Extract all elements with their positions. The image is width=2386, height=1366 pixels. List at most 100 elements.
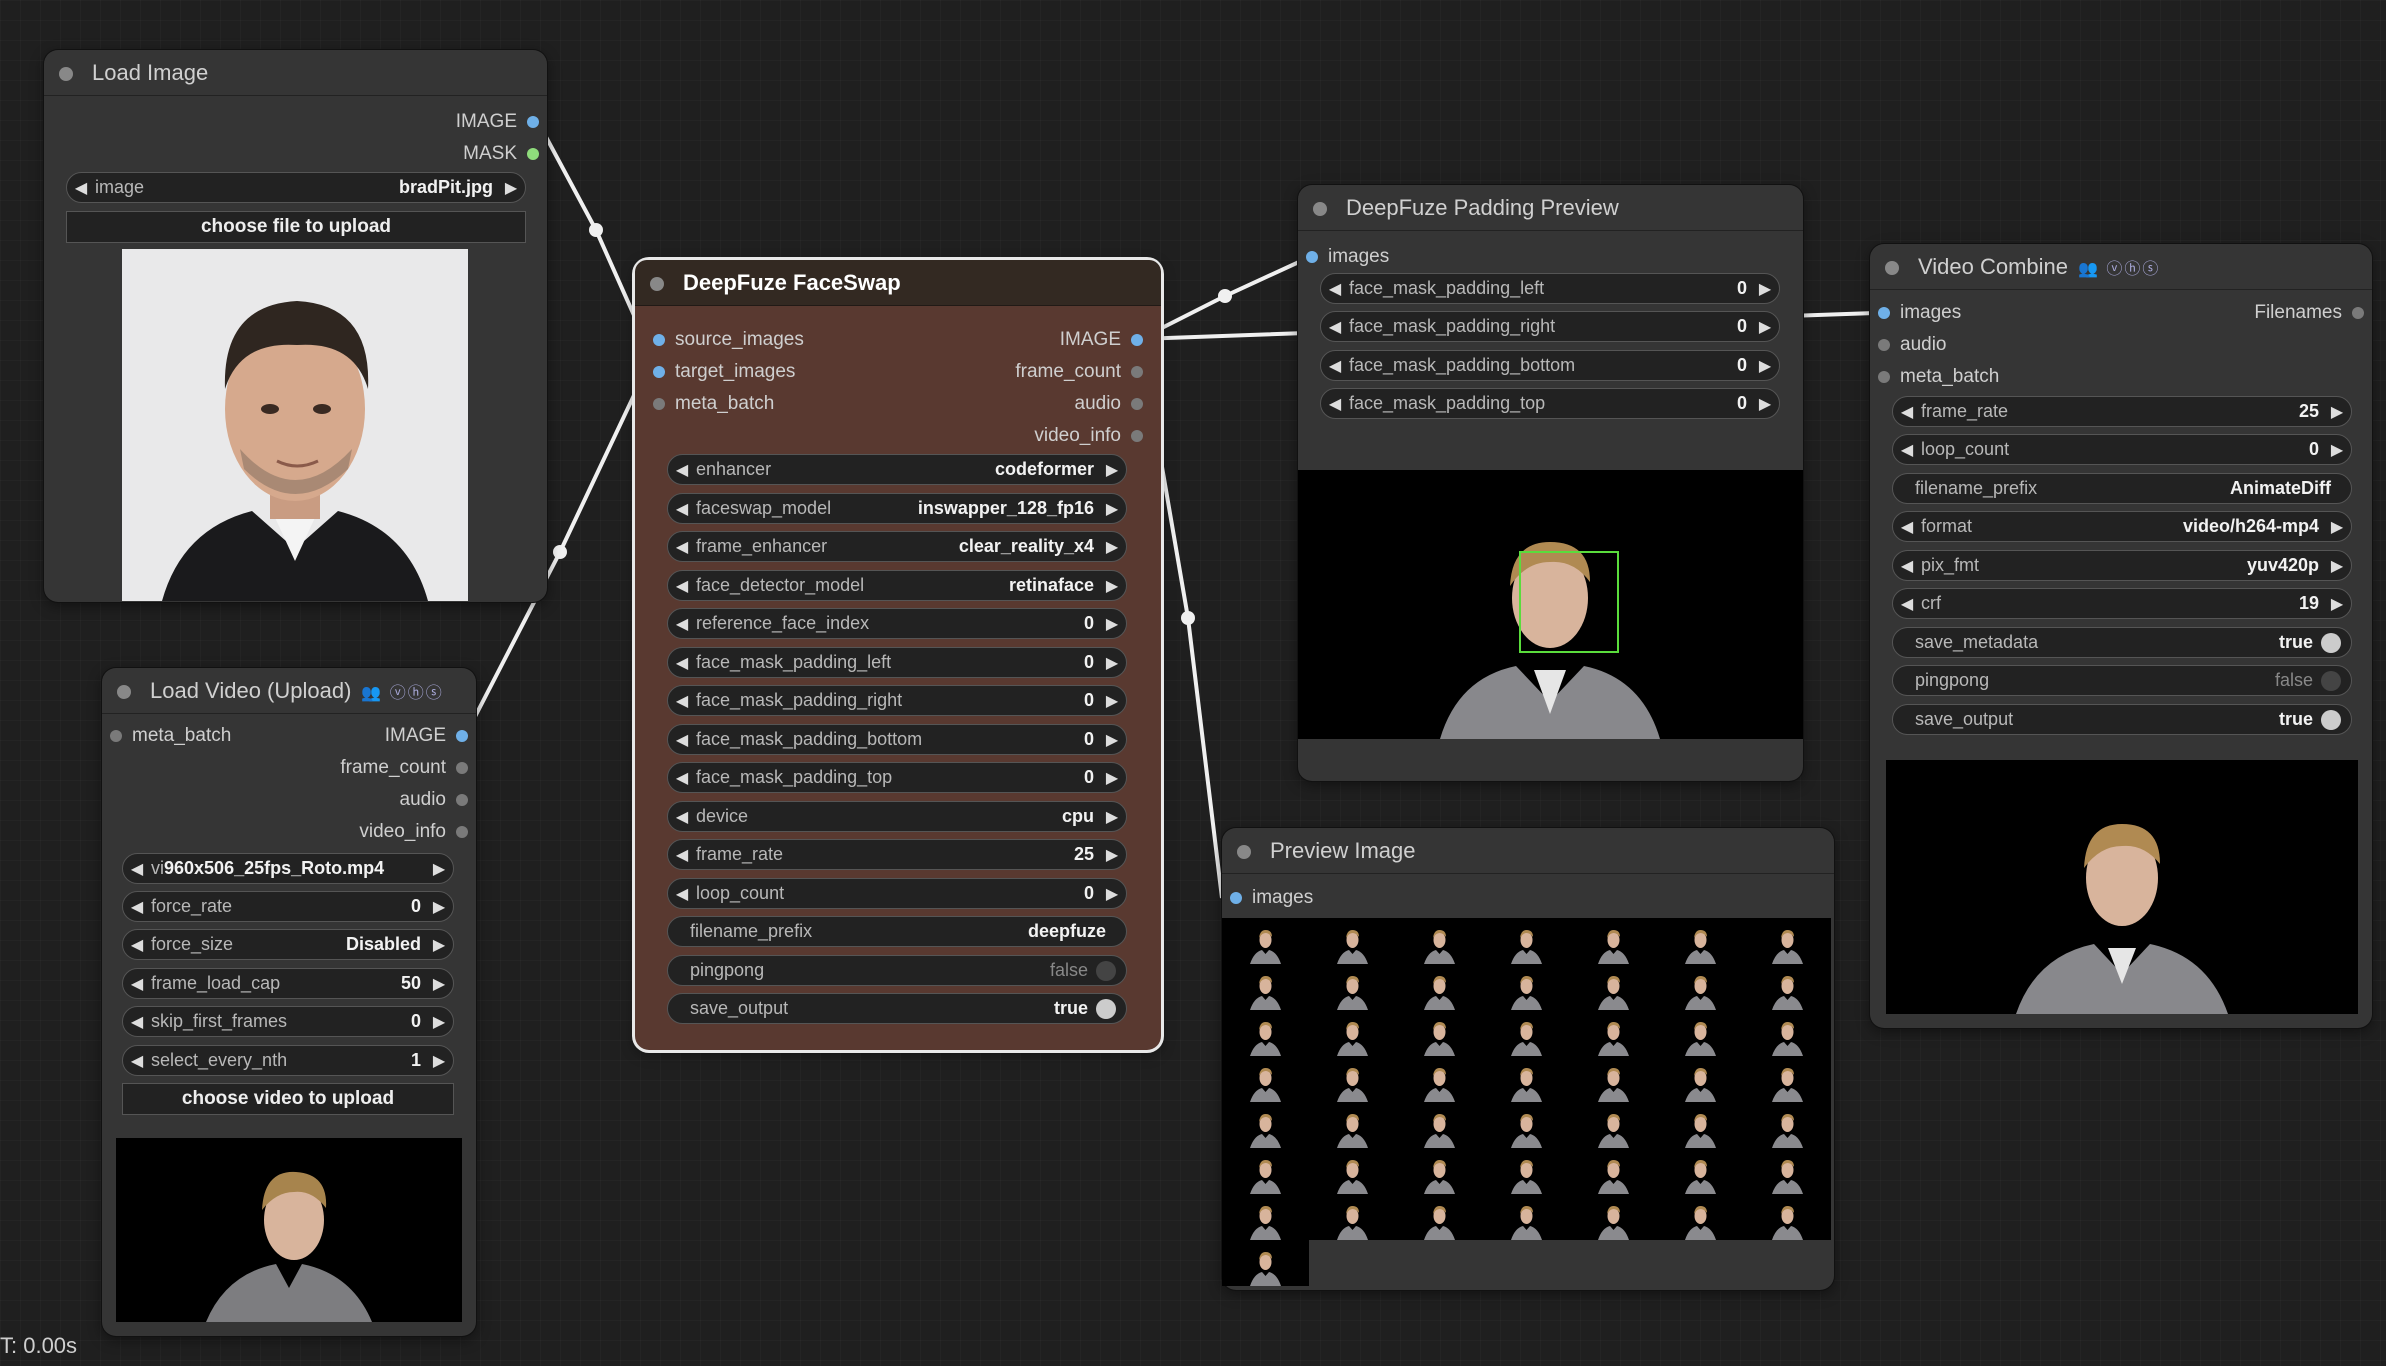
frame-thumbnail[interactable] [1309, 1010, 1396, 1056]
video-combo-widget[interactable]: ◀ vi 960x506_25fps_Roto.mp4 ▶ [122, 853, 454, 884]
arrow-right-icon[interactable]: ▶ [1098, 499, 1126, 519]
arrow-left-icon[interactable]: ◀ [67, 178, 95, 198]
frame-thumbnail[interactable] [1483, 1010, 1570, 1056]
arrow-left-icon[interactable]: ◀ [668, 614, 696, 634]
arrow-left-icon[interactable]: ◀ [1893, 594, 1921, 614]
arrow-right-icon[interactable]: ▶ [2323, 594, 2351, 614]
arrow-right-icon[interactable]: ▶ [425, 897, 453, 917]
arrow-left-icon[interactable]: ◀ [123, 1051, 151, 1071]
arrow-left-icon[interactable]: ◀ [668, 768, 696, 788]
frame-thumbnail[interactable] [1222, 964, 1309, 1010]
skip-first-frames-widget[interactable]: ◀ skip_first_frames 0 ▶ [122, 1006, 454, 1037]
input-images[interactable]: images [1878, 301, 1961, 325]
filename-prefix-field[interactable]: filename_prefix AnimateDiff [1892, 473, 2352, 504]
arrow-right-icon[interactable]: ▶ [1098, 884, 1126, 904]
frame-thumbnail[interactable] [1744, 1148, 1831, 1194]
load-video-node[interactable]: Load Video (Upload) 👥 ⓥⓗⓢ meta_batch IMAG… [102, 668, 476, 1336]
load-image-node[interactable]: Load Image IMAGE MASK ◀ image bradPit.jp… [44, 50, 547, 602]
arrow-left-icon[interactable]: ◀ [668, 460, 696, 480]
pingpong-toggle[interactable]: pingpong false [667, 955, 1127, 986]
output-frame-count[interactable]: frame_count [1015, 360, 1143, 384]
collapse-dot-icon[interactable] [1313, 202, 1327, 216]
arrow-right-icon[interactable]: ▶ [2323, 517, 2351, 537]
arrow-right-icon[interactable]: ▶ [1098, 576, 1126, 596]
arrow-left-icon[interactable]: ◀ [123, 1012, 151, 1032]
select-every-nth-widget[interactable]: ◀ select_every_nth 1 ▶ [122, 1045, 454, 1076]
input-meta-batch[interactable]: meta_batch [110, 724, 231, 748]
frame-thumbnail[interactable] [1744, 1056, 1831, 1102]
frame-thumbnail[interactable] [1570, 1194, 1657, 1240]
frame-thumbnail[interactable] [1222, 1148, 1309, 1194]
deepfuze-faceswap-node[interactable]: DeepFuze FaceSwap source_images target_i… [635, 260, 1161, 1050]
frame-thumbnail[interactable] [1396, 964, 1483, 1010]
output-video-info[interactable]: video_info [1034, 424, 1143, 448]
input-pin-icon[interactable] [1878, 339, 1890, 351]
loop-count-widget[interactable]: ◀ loop_count 0 ▶ [667, 878, 1127, 909]
arrow-left-icon[interactable]: ◀ [668, 691, 696, 711]
arrow-left-icon[interactable]: ◀ [1321, 317, 1349, 337]
face-mask-padding-top-widget[interactable]: ◀ face_mask_padding_top 0 ▶ [1320, 388, 1780, 419]
frame-thumbnail[interactable] [1744, 1102, 1831, 1148]
node-graph-canvas[interactable]: Load Image IMAGE MASK ◀ image bradPit.jp… [0, 0, 2386, 1366]
input-pin-icon[interactable] [653, 334, 665, 346]
arrow-right-icon[interactable]: ▶ [1751, 317, 1779, 337]
arrow-right-icon[interactable]: ▶ [1098, 768, 1126, 788]
output-audio[interactable]: audio [1075, 392, 1143, 416]
frame-rate-widget[interactable]: ◀ frame_rate 25 ▶ [1892, 396, 2352, 427]
node-title[interactable]: Preview Image [1222, 828, 1834, 874]
frame-thumbnail[interactable] [1222, 1056, 1309, 1102]
frame-thumbnail[interactable] [1657, 1056, 1744, 1102]
arrow-right-icon[interactable]: ▶ [1098, 537, 1126, 557]
frame-thumbnail[interactable] [1222, 918, 1309, 964]
frame-thumbnail[interactable] [1744, 1010, 1831, 1056]
frame-thumbnail[interactable] [1222, 1010, 1309, 1056]
arrow-left-icon[interactable]: ◀ [668, 807, 696, 827]
reference-face-index-widget[interactable]: ◀ reference_face_index 0 ▶ [667, 608, 1127, 639]
output-pin-icon[interactable] [456, 730, 468, 742]
arrow-left-icon[interactable]: ◀ [668, 845, 696, 865]
frame-enhancer-widget[interactable]: ◀ frame_enhancer clear_reality_x4 ▶ [667, 531, 1127, 562]
arrow-left-icon[interactable]: ◀ [123, 935, 151, 955]
input-images[interactable]: images [1306, 245, 1389, 269]
arrow-left-icon[interactable]: ◀ [1893, 402, 1921, 422]
frame-thumbnail[interactable] [1657, 1010, 1744, 1056]
input-images[interactable]: images [1230, 886, 1313, 910]
device-widget[interactable]: ◀ device cpu ▶ [667, 801, 1127, 832]
collapse-dot-icon[interactable] [650, 277, 664, 291]
output-audio[interactable]: audio [400, 788, 468, 812]
arrow-left-icon[interactable]: ◀ [668, 884, 696, 904]
input-meta-batch[interactable]: meta_batch [653, 392, 774, 416]
output-pin-icon[interactable] [527, 148, 539, 160]
face-mask-padding-right-widget[interactable]: ◀ face_mask_padding_right 0 ▶ [1320, 311, 1780, 342]
output-pin-icon[interactable] [456, 794, 468, 806]
frame-thumbnail[interactable] [1396, 1194, 1483, 1240]
arrow-right-icon[interactable]: ▶ [1751, 356, 1779, 376]
frame-thumbnail[interactable] [1309, 1102, 1396, 1148]
force-size-widget[interactable]: ◀ force_size Disabled ▶ [122, 929, 454, 960]
input-pin-icon[interactable] [1878, 307, 1890, 319]
frame-thumbnail[interactable] [1570, 1010, 1657, 1056]
face-mask-padding-left-widget[interactable]: ◀ face_mask_padding_left 0 ▶ [667, 647, 1127, 678]
output-image[interactable]: IMAGE [456, 110, 539, 134]
input-audio[interactable]: audio [1878, 333, 1947, 357]
toggle-knob-icon[interactable] [2321, 632, 2341, 653]
output-pin-icon[interactable] [2352, 307, 2364, 319]
arrow-right-icon[interactable]: ▶ [1751, 279, 1779, 299]
frame-thumbnail[interactable] [1222, 1240, 1309, 1286]
output-pin-icon[interactable] [1131, 398, 1143, 410]
arrow-right-icon[interactable]: ▶ [2323, 556, 2351, 576]
face-mask-padding-right-widget[interactable]: ◀ face_mask_padding_right 0 ▶ [667, 685, 1127, 716]
face-detector-model-widget[interactable]: ◀ face_detector_model retinaface ▶ [667, 570, 1127, 601]
arrow-right-icon[interactable]: ▶ [425, 859, 453, 879]
frame-thumbnail[interactable] [1309, 918, 1396, 964]
frame-thumbnail[interactable] [1396, 1102, 1483, 1148]
arrow-right-icon[interactable]: ▶ [1098, 460, 1126, 480]
video-combine-node[interactable]: Video Combine 👥 ⓥⓗⓢ images audio meta_bat… [1870, 244, 2372, 1028]
input-source-images[interactable]: source_images [653, 328, 804, 352]
output-pin-icon[interactable] [456, 762, 468, 774]
frame-thumbnail[interactable] [1744, 964, 1831, 1010]
frame-thumbnail[interactable] [1483, 918, 1570, 964]
output-video-info[interactable]: video_info [359, 820, 468, 844]
arrow-right-icon[interactable]: ▶ [2323, 440, 2351, 460]
frame-thumbnail[interactable] [1570, 1148, 1657, 1194]
